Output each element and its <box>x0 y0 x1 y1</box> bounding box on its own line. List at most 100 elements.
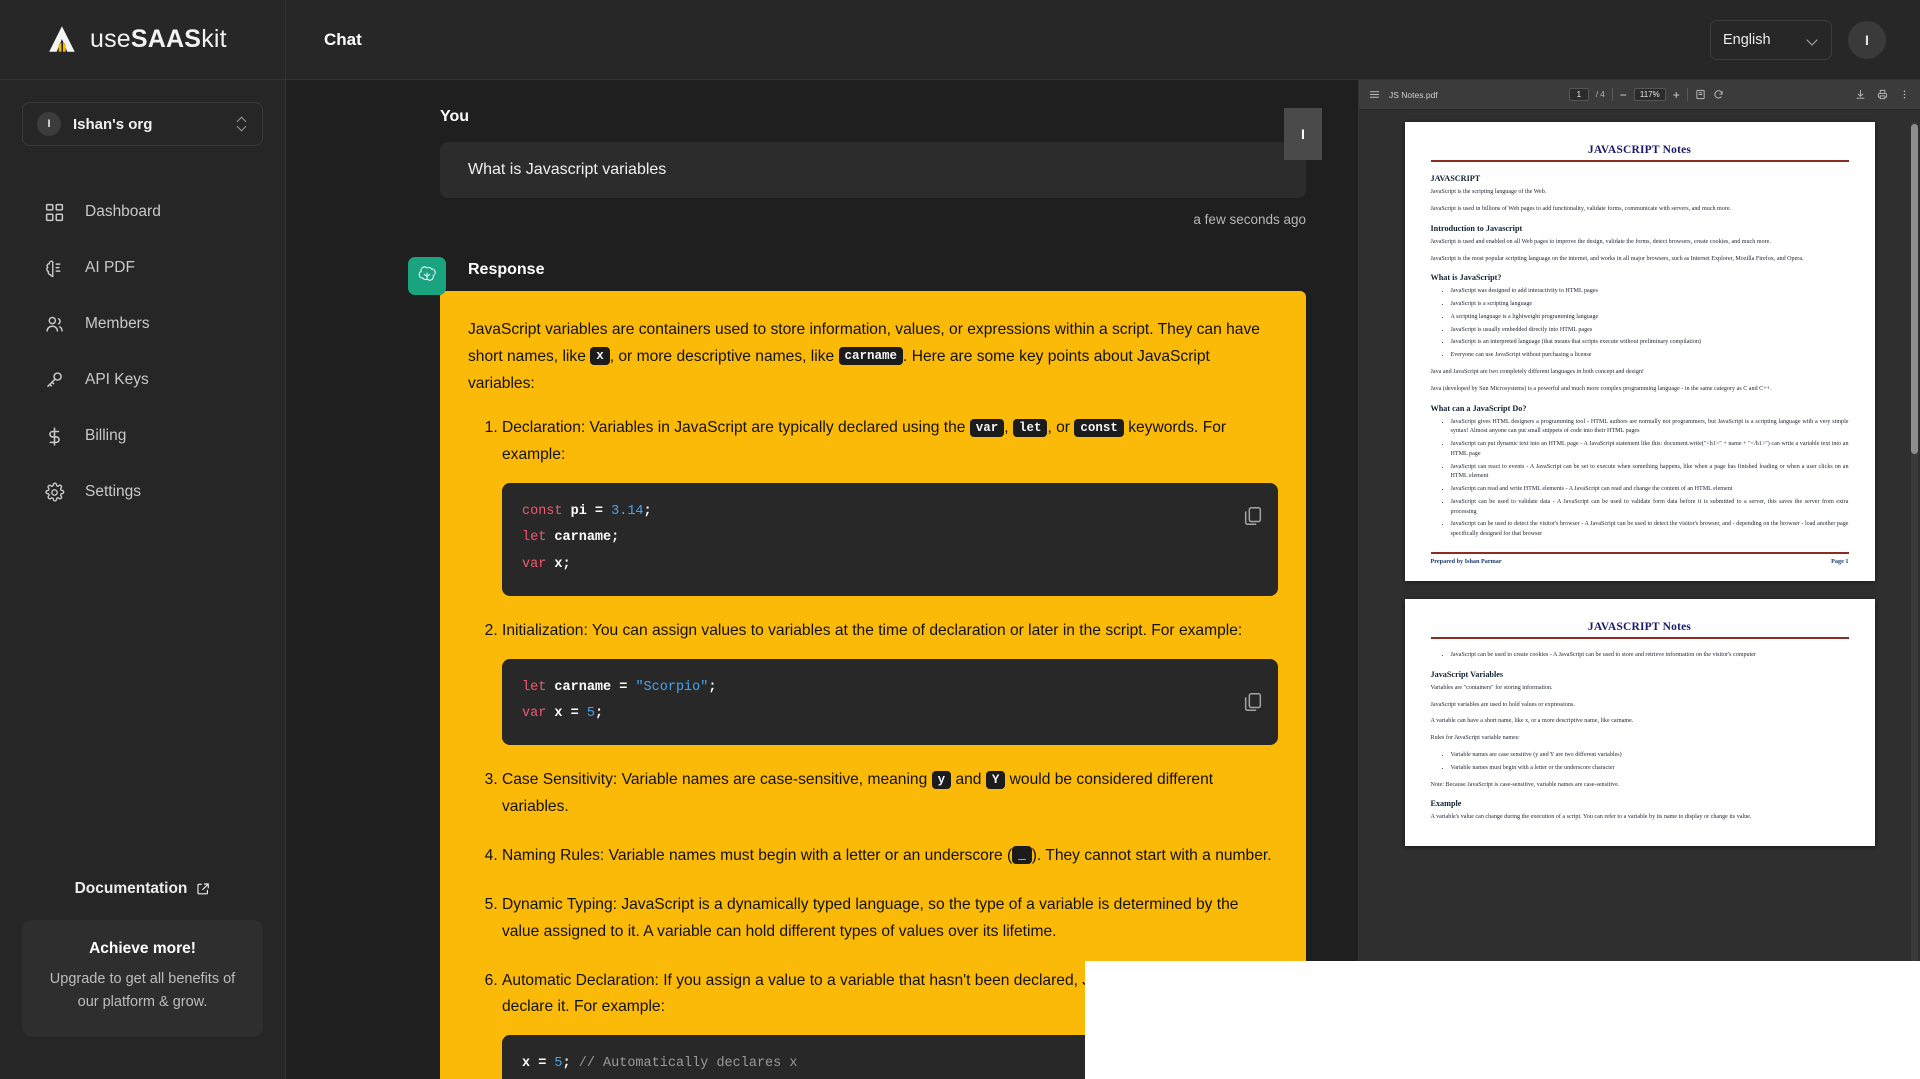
rotate-icon[interactable] <box>1713 89 1724 100</box>
pdf-paragraph: Variables are "containers" for storing i… <box>1430 684 1553 691</box>
upgrade-title: Achieve more! <box>89 940 196 958</box>
pdf-footer-left: Prepared by Ishan Parmar <box>1430 557 1502 565</box>
plus-icon[interactable]: + <box>1673 89 1680 101</box>
user-message-label: You <box>440 108 470 125</box>
chat-column: You I What is Javascript variables a few… <box>408 108 1322 1079</box>
documentation-link[interactable]: Documentation <box>0 880 285 898</box>
pdf-list-item: JavaScript can put dynamic text into an … <box>1451 440 1849 460</box>
pdf-list-item: JavaScript gives HTML designers a progra… <box>1451 418 1849 438</box>
code-token: 3.14 <box>611 504 644 520</box>
list-item: Dynamic Typing: JavaScript is a dynamica… <box>502 892 1278 946</box>
org-avatar: I <box>37 112 61 136</box>
fit-page-icon[interactable] <box>1695 89 1706 100</box>
code-token: let <box>522 679 547 695</box>
item-text: ). They cannot start with a number. <box>1031 847 1272 865</box>
pdf-heading: Example <box>1430 799 1462 809</box>
brand-mid: SAAS <box>130 25 202 53</box>
pdf-paragraph: Java (developed by Sun Microsystems) is … <box>1430 385 1772 392</box>
sidebar-item-billing[interactable]: Billing <box>0 408 285 464</box>
pdf-viewer-pane: JS Notes.pdf / 4 − 117% + <box>1358 80 1920 1079</box>
chat-scroll-area[interactable]: You I What is Javascript variables a few… <box>286 80 1358 1079</box>
openai-glyph <box>418 266 436 281</box>
code-token: ; <box>708 679 717 695</box>
copy-icon[interactable] <box>1242 691 1264 713</box>
user-avatar[interactable]: I <box>1848 20 1886 59</box>
brand-prefix: use <box>90 25 131 53</box>
toolbar-divider <box>1686 88 1688 101</box>
code-token: ; <box>643 504 652 520</box>
code-token: carname = <box>546 679 636 695</box>
pdf-header-rule <box>1430 636 1849 639</box>
item-text: , or <box>1047 419 1075 437</box>
intro-part-2: , or more descriptive names, like <box>609 347 839 365</box>
inline-code: const <box>1074 418 1124 437</box>
item-text: and <box>951 771 986 789</box>
assistant-response: Response JavaScript variables are contai… <box>408 257 1306 1079</box>
code-token: ; <box>594 706 604 722</box>
pdf-page: JAVASCRIPT Notes JavaScript can be used t… <box>1404 598 1875 847</box>
minus-icon[interactable]: − <box>1620 89 1627 101</box>
sidebar-toggle-icon[interactable] <box>1369 89 1380 100</box>
sidebar-item-label: Billing <box>85 427 127 444</box>
code-token: var <box>522 556 547 572</box>
code-line: var x; <box>522 552 1258 578</box>
list-item: Initialization: You can assign values to… <box>502 618 1278 746</box>
code-token: // Automatically declares x <box>570 1056 798 1072</box>
pdf-page-input[interactable] <box>1568 88 1589 101</box>
pdf-toolbar-center: / 4 − 117% + <box>1568 88 1724 101</box>
code-token: var <box>522 706 547 722</box>
pdf-page-title: JAVASCRIPT Notes <box>1587 144 1692 156</box>
download-icon[interactable] <box>1855 89 1866 100</box>
brand-suffix: kit <box>201 25 227 53</box>
sidebar-item-ai-pdf[interactable]: AI PDF <box>0 240 285 296</box>
pdf-zoom-level[interactable]: 117% <box>1633 88 1666 101</box>
pdf-paragraph: JavaScript is used and enabled on all We… <box>1430 238 1771 245</box>
sidebar-footer: Documentation Achieve more! Upgrade to g… <box>0 880 285 1079</box>
code-token: x = <box>546 706 587 722</box>
code-line: const pi = 3.14; <box>522 499 1258 525</box>
item-text: Declaration: Variables in JavaScript are… <box>502 419 970 437</box>
more-vertical-icon[interactable] <box>1899 89 1910 100</box>
org-switcher[interactable]: I Ishan's org <box>22 102 263 146</box>
code-line: let carname; <box>522 525 1258 551</box>
external-link-icon <box>197 883 210 895</box>
sidebar-item-dashboard[interactable]: Dashboard <box>0 184 285 240</box>
print-icon[interactable] <box>1877 89 1888 100</box>
upgrade-card[interactable]: Achieve more! Upgrade to get all benefit… <box>22 920 263 1037</box>
language-selector[interactable]: English <box>1710 19 1832 60</box>
inline-code: x <box>590 346 610 365</box>
sidebar-item-label: Dashboard <box>85 203 161 220</box>
pdf-toolbar-left: JS Notes.pdf <box>1369 89 1438 100</box>
pdf-scrollbar-thumb[interactable] <box>1911 124 1918 454</box>
sidebar-item-label: Members <box>85 315 150 332</box>
code-token: const <box>522 504 563 520</box>
code-token: let <box>522 530 547 546</box>
sidebar: I Ishan's org Dashboard AI PDF Members A… <box>0 80 286 1079</box>
code-block: let carname = "Scorpio"; var x = 5; <box>502 658 1278 746</box>
tab-chat[interactable]: Chat <box>320 24 366 56</box>
sidebar-item-api-keys[interactable]: API Keys <box>0 352 285 408</box>
inline-code: Y <box>985 770 1006 789</box>
pdf-list: JavaScript was designed to add interacti… <box>1431 287 1849 361</box>
sidebar-nav: Dashboard AI PDF Members API Keys Billin… <box>0 184 285 520</box>
item-text: , <box>1004 419 1013 437</box>
sidebar-item-settings[interactable]: Settings <box>0 464 285 520</box>
language-selector-label: English <box>1723 31 1771 48</box>
pdf-list-item: JavaScript is an interpreted language (t… <box>1451 338 1849 348</box>
toolbar-divider <box>1611 88 1613 101</box>
pdf-viewport[interactable]: JAVASCRIPT Notes JAVASCRIPT JavaScript is … <box>1359 110 1920 1079</box>
brand-logo[interactable]: useSAASkit <box>0 0 286 80</box>
pdf-footer-right: Page 1 <box>1831 557 1849 565</box>
sidebar-item-label: API Keys <box>85 371 149 388</box>
gear-icon <box>45 482 65 502</box>
key-icon <box>46 371 62 387</box>
sidebar-item-members[interactable]: Members <box>0 296 285 352</box>
pdf-paragraph: Java and JavaScript are two completely d… <box>1430 368 1644 375</box>
code-token: 5 <box>586 706 595 722</box>
grid-icon <box>45 203 64 221</box>
pdf-heading: Introduction to Javascript <box>1430 223 1523 233</box>
copy-icon[interactable] <box>1242 505 1264 527</box>
code-token: x; <box>546 556 571 572</box>
code-token: x = <box>522 1056 555 1072</box>
response-intro: JavaScript variables are containers used… <box>468 317 1278 397</box>
